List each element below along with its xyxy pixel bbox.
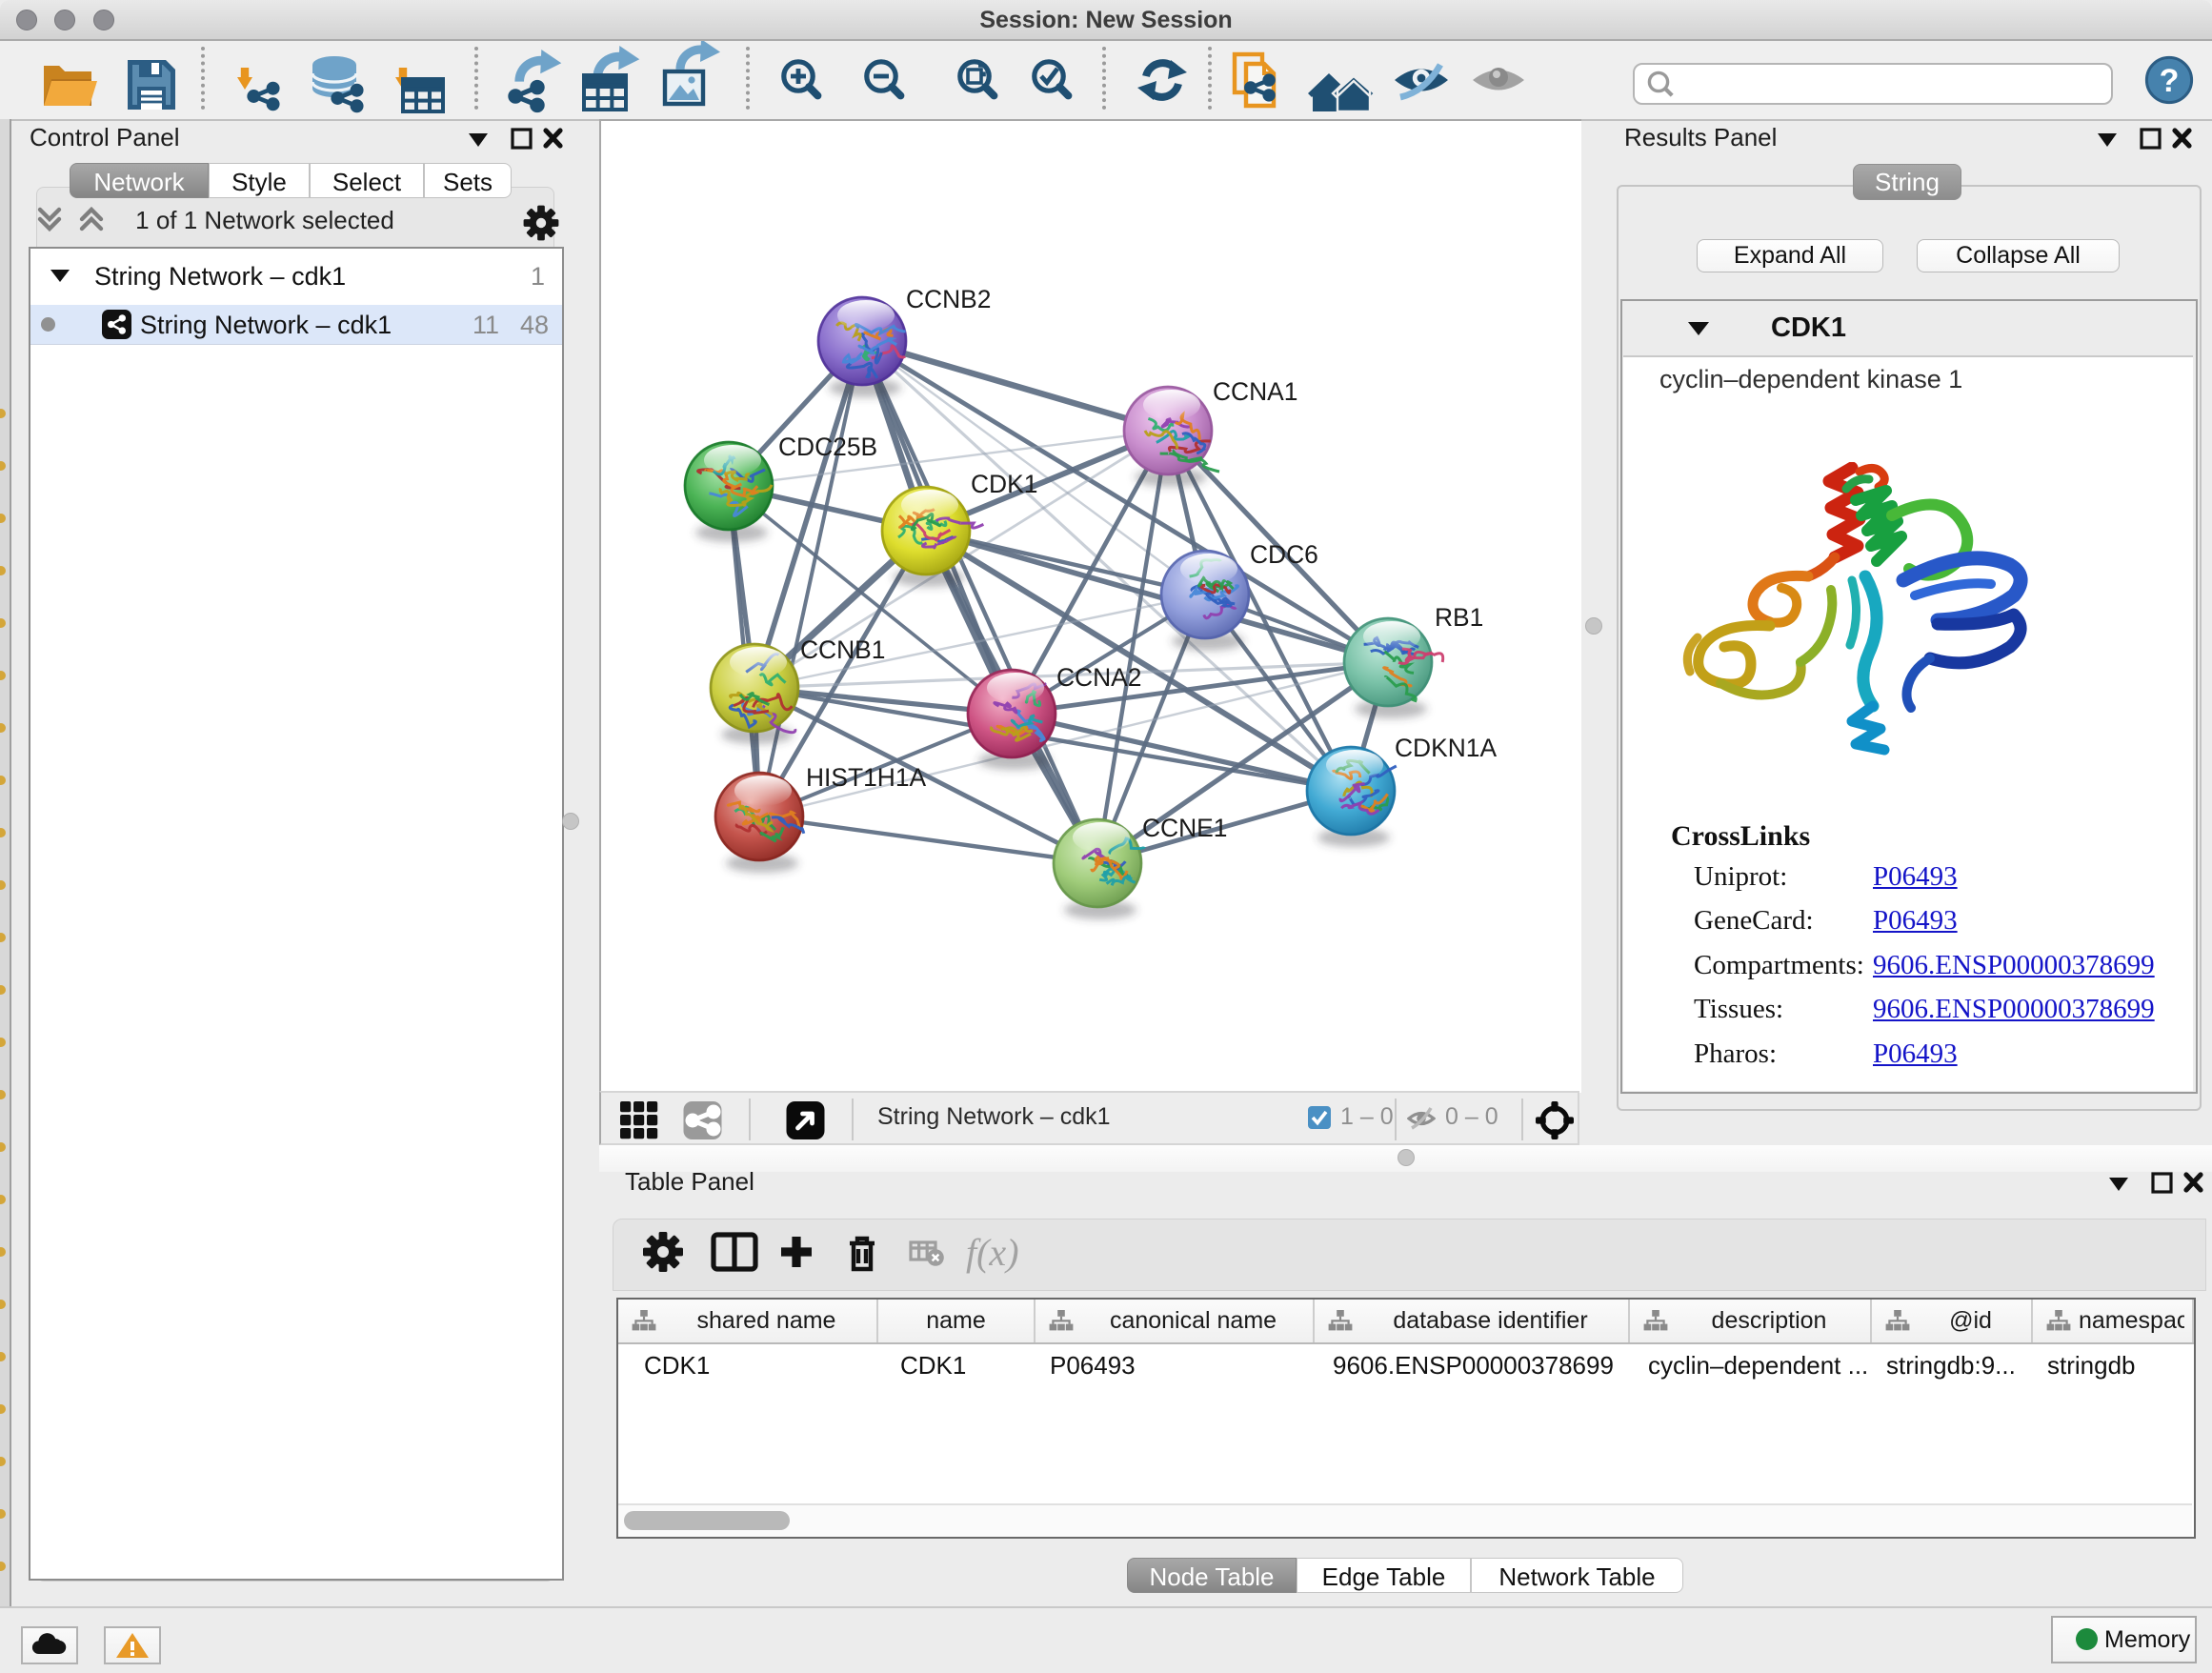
svg-text:CCNE1: CCNE1 [1142,814,1227,842]
svg-text:?: ? [2160,63,2180,99]
svg-text:CDC6: CDC6 [1250,540,1318,569]
svg-text:CCNA2: CCNA2 [1056,663,1141,692]
svg-text:CCNB2: CCNB2 [906,285,991,313]
svg-text:CCNA1: CCNA1 [1213,377,1297,406]
svg-text:CDC25B: CDC25B [778,433,877,461]
svg-text:HIST1H1A: HIST1H1A [806,763,927,792]
svg-text:CDKN1A: CDKN1A [1395,734,1497,762]
svg-text:CDK1: CDK1 [971,470,1037,498]
svg-text:RB1: RB1 [1435,603,1483,632]
svg-text:f(x): f(x) [966,1231,1019,1274]
svg-text:CCNB1: CCNB1 [800,635,885,664]
